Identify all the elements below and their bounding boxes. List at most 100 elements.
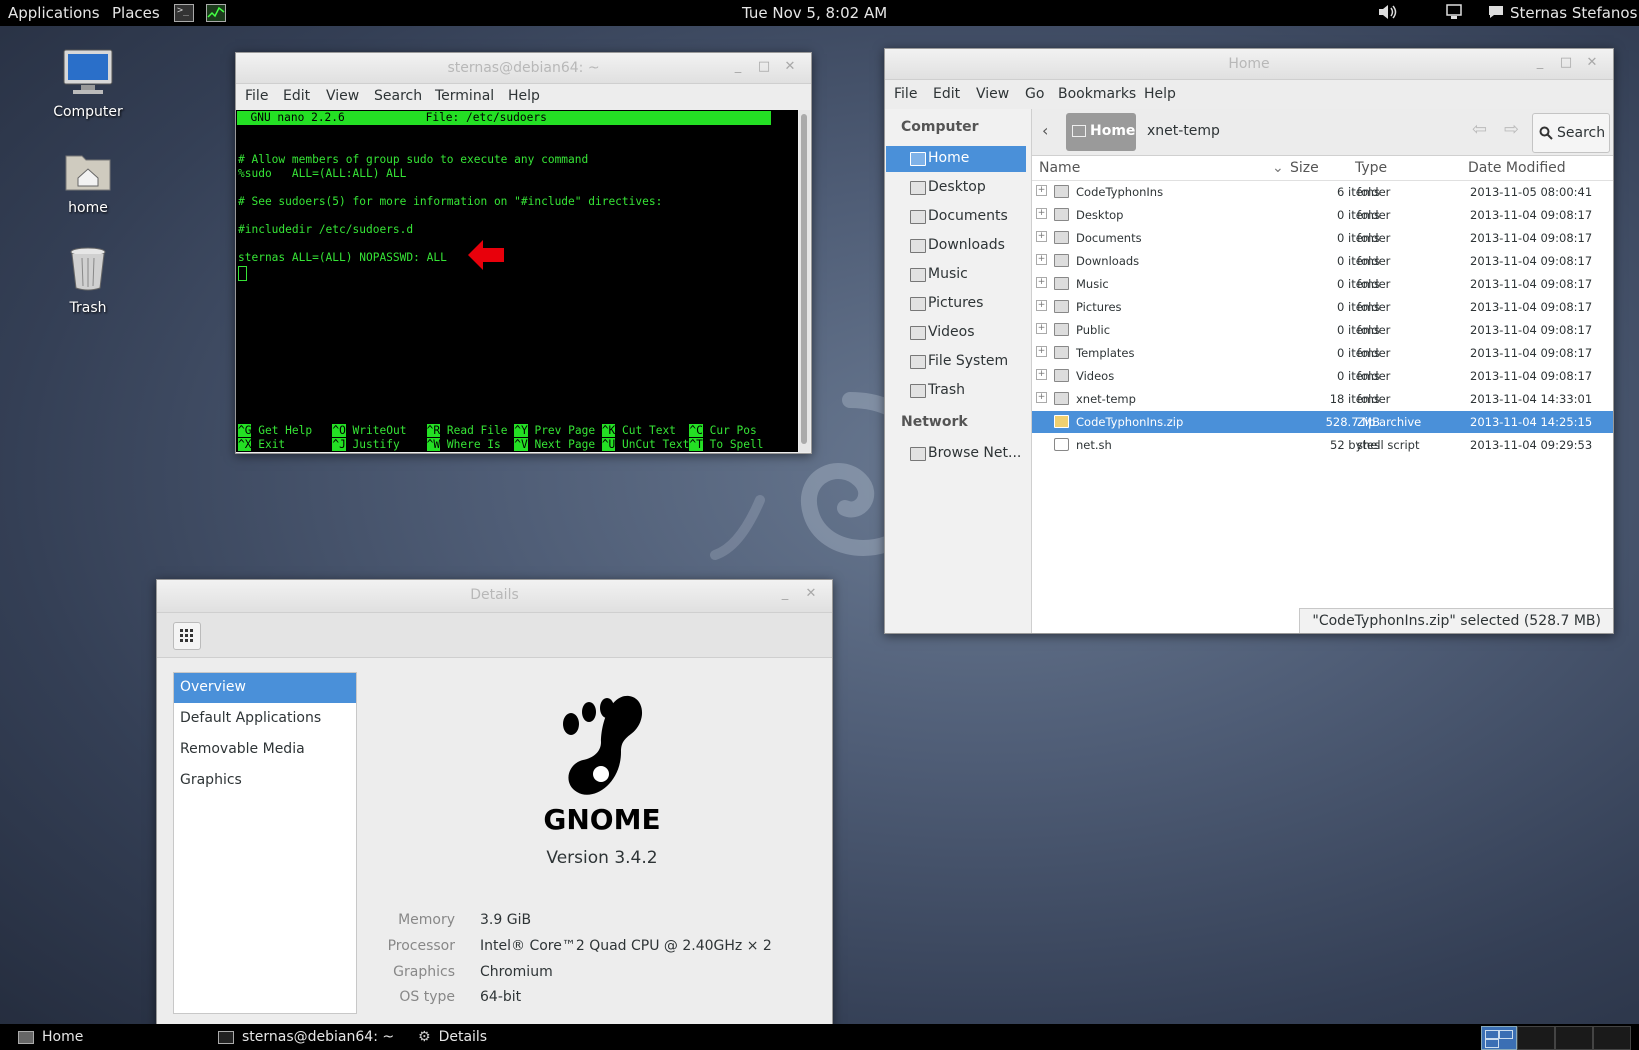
search-button[interactable]: Search	[1532, 113, 1610, 153]
file-name: Downloads	[1076, 254, 1140, 268]
workspace-3[interactable]	[1555, 1026, 1593, 1050]
taskbar-item-terminal[interactable]: sternas@debian64: ~	[218, 1029, 394, 1045]
user-menu[interactable]: Sternas Stefanos	[1510, 4, 1637, 22]
file-date: 2013-11-04 09:08:17	[1470, 346, 1593, 360]
workspace-4[interactable]	[1593, 1026, 1631, 1050]
expander-icon[interactable]: +	[1036, 231, 1047, 242]
file-row[interactable]: + Videos 0 items folder 2013-11-04 09:08:17	[1032, 365, 1613, 387]
sidebar-item-desktop[interactable]: Desktop	[886, 175, 1026, 201]
terminal-content[interactable]: GNU nano 2.2.6 File: /etc/sudoers # Allo…	[236, 110, 798, 452]
column-size[interactable]: Size	[1290, 160, 1319, 176]
sidebar-item-pictures[interactable]: Pictures	[886, 291, 1026, 317]
column-name[interactable]: Name	[1039, 160, 1080, 176]
menu-view[interactable]: View	[976, 86, 1009, 102]
places-menu[interactable]: Places	[112, 4, 160, 22]
scrollbar-thumb[interactable]	[801, 114, 807, 444]
sidebar-item-home[interactable]: Home	[886, 146, 1026, 172]
path-button-home[interactable]: Home	[1066, 113, 1136, 151]
close-icon[interactable]: ✕	[804, 587, 818, 601]
expander-icon[interactable]: +	[1036, 369, 1047, 380]
clock[interactable]: Tue Nov 5, 8:02 AM	[742, 4, 887, 22]
nav-item-removable-media[interactable]: Removable Media	[174, 735, 356, 765]
file-row[interactable]: + Downloads 0 items folder 2013-11-04 09:08:…	[1032, 250, 1613, 272]
menu-terminal[interactable]: Terminal	[435, 88, 494, 104]
column-date-modified[interactable]: Date Modified	[1468, 160, 1566, 176]
menu-search[interactable]: Search	[374, 88, 422, 104]
minimize-icon[interactable]: _	[1533, 56, 1547, 70]
sidebar-item-documents[interactable]: Documents	[886, 204, 1026, 230]
nav-item-default-applications[interactable]: Default Applications	[174, 704, 356, 734]
chat-icon[interactable]	[1488, 5, 1504, 23]
sidebar-item-trash[interactable]: Trash	[886, 378, 1026, 404]
file-manager-titlebar[interactable]: Home _ □ ✕	[885, 49, 1613, 80]
workspace-2[interactable]	[1517, 1026, 1555, 1050]
menu-edit[interactable]: Edit	[933, 86, 960, 102]
expander-icon[interactable]: +	[1036, 323, 1047, 334]
desktop-icon-computer[interactable]: Computer	[38, 48, 138, 120]
app-grid-button[interactable]	[173, 622, 201, 650]
file-row[interactable]: + CodeTyphonIns 6 items folder 2013-11-05 08…	[1032, 181, 1613, 203]
network-icon[interactable]	[1444, 3, 1464, 25]
close-icon[interactable]: ✕	[783, 60, 797, 74]
expander-icon[interactable]: +	[1036, 392, 1047, 403]
desktop-icon-trash[interactable]: Trash	[38, 246, 138, 316]
maximize-icon[interactable]: □	[1559, 56, 1573, 70]
sidebar-item-browse-network[interactable]: Browse Net...	[886, 441, 1026, 467]
back-icon[interactable]: ‹	[1042, 121, 1048, 140]
go-forward-icon[interactable]: ⇨	[1504, 119, 1519, 140]
details-titlebar[interactable]: Details _ ✕	[157, 580, 832, 613]
sidebar-item-downloads[interactable]: Downloads	[886, 233, 1026, 259]
go-back-icon[interactable]: ⇦	[1472, 119, 1487, 140]
file-row[interactable]: + xnet-temp 18 items folder 2013-11-04 14:33…	[1032, 388, 1613, 410]
workspace-1[interactable]	[1481, 1026, 1517, 1050]
column-type[interactable]: Type	[1355, 160, 1387, 176]
close-icon[interactable]: ✕	[1585, 56, 1599, 70]
red-arrow-icon	[468, 240, 504, 270]
menu-go[interactable]: Go	[1025, 86, 1044, 102]
home-folder-icon	[1072, 125, 1086, 137]
file-row[interactable]: + Public 0 items folder 2013-11-04 09:08:17	[1032, 319, 1613, 341]
terminal-scrollbar[interactable]	[799, 110, 810, 452]
menu-help[interactable]: Help	[1144, 86, 1176, 102]
sort-chevron-down-icon[interactable]: ⌄	[1272, 160, 1284, 176]
file-row[interactable]: + Music 0 items folder 2013-11-04 09:08:17	[1032, 273, 1613, 295]
sidebar-item-file-system[interactable]: File System	[886, 349, 1026, 375]
taskbar-item-details[interactable]: ⚙ Details	[418, 1029, 487, 1045]
expander-icon[interactable]: +	[1036, 300, 1047, 311]
file-row[interactable]: + Templates 0 items folder 2013-11-04 09:08:…	[1032, 342, 1613, 364]
nav-item-graphics[interactable]: Graphics	[174, 766, 356, 796]
expander-icon[interactable]: +	[1036, 185, 1047, 196]
shortcut-key: ^K	[601, 424, 616, 437]
file-row[interactable]: + Documents 0 items folder 2013-11-04 09:08:…	[1032, 227, 1613, 249]
system-monitor-icon[interactable]	[206, 4, 226, 22]
menu-file[interactable]: File	[245, 88, 268, 104]
file-date: 2013-11-04 14:33:01	[1470, 392, 1593, 406]
file-row[interactable]: net.sh 52 bytes shell script 2013-11-04 09:…	[1032, 434, 1613, 456]
menu-edit[interactable]: Edit	[283, 88, 310, 104]
expander-icon[interactable]: +	[1036, 346, 1047, 357]
maximize-icon[interactable]: □	[757, 60, 771, 74]
menu-view[interactable]: View	[326, 88, 359, 104]
expander-icon[interactable]: +	[1036, 254, 1047, 265]
sidebar-item-music[interactable]: Music	[886, 262, 1026, 288]
terminal-titlebar[interactable]: sternas@debian64: ~ _ □ ✕	[236, 53, 811, 84]
path-button-xnet-temp[interactable]: xnet-temp	[1147, 123, 1220, 139]
expander-icon[interactable]: +	[1036, 277, 1047, 288]
sidebar-item-label: Desktop	[928, 179, 986, 195]
desktop-icon-home[interactable]: home	[38, 148, 138, 216]
expander-icon[interactable]: +	[1036, 208, 1047, 219]
menu-bookmarks[interactable]: Bookmarks	[1058, 86, 1136, 102]
file-row[interactable]: + Pictures 0 items folder 2013-11-04 09:08:1…	[1032, 296, 1613, 318]
minimize-icon[interactable]: _	[778, 587, 792, 601]
menu-help[interactable]: Help	[508, 88, 540, 104]
file-row[interactable]: + Desktop 0 items folder 2013-11-04 09:08:17	[1032, 204, 1613, 226]
menu-file[interactable]: File	[894, 86, 917, 102]
minimize-icon[interactable]: _	[731, 60, 745, 74]
terminal-launcher-icon[interactable]: >_	[174, 4, 194, 22]
file-row-selected[interactable]: CodeTyphonIns.zip 528.7 MB Zip archive 2013…	[1032, 411, 1613, 433]
volume-icon[interactable]	[1377, 3, 1399, 25]
applications-menu[interactable]: Applications	[8, 4, 100, 22]
taskbar-item-home[interactable]: Home	[18, 1029, 83, 1045]
sidebar-item-videos[interactable]: Videos	[886, 320, 1026, 346]
nav-item-overview[interactable]: Overview	[174, 673, 356, 703]
